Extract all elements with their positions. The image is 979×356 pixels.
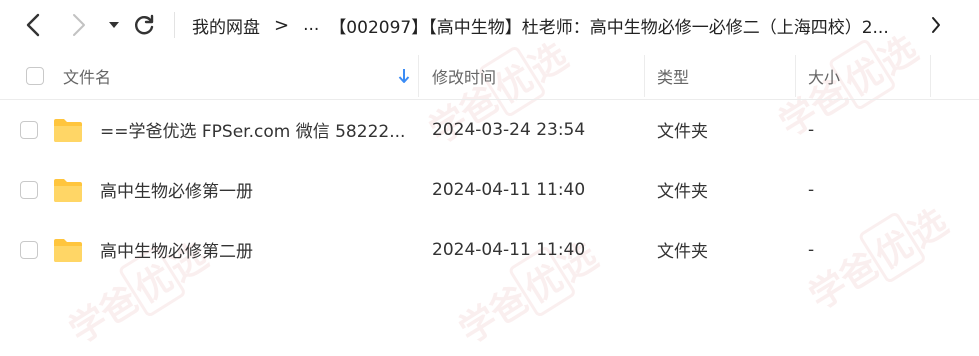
back-button[interactable] xyxy=(22,13,44,37)
chevron-left-icon xyxy=(26,13,40,37)
caret-down-icon xyxy=(109,22,119,28)
file-modified: 2024-04-11 11:40 xyxy=(432,179,586,200)
refresh-button[interactable] xyxy=(132,13,156,37)
file-size: - xyxy=(808,119,815,140)
sort-arrow-icon[interactable] xyxy=(398,68,410,84)
file-name[interactable]: 高中生物必修第一册 xyxy=(100,160,253,219)
column-header-label: 类型 xyxy=(657,68,690,87)
column-header-name[interactable]: 文件名 xyxy=(63,53,111,99)
column-header-size[interactable]: 大小 xyxy=(808,53,840,99)
toolbar: 我的网盘 > ... 【002097】【高中生物】杜老师：高中生物必修一必修二（… xyxy=(0,0,979,50)
file-size: - xyxy=(808,239,815,260)
file-type: 文件夹 xyxy=(657,242,708,262)
column-divider xyxy=(418,55,419,97)
history-dropdown-button[interactable] xyxy=(106,16,122,34)
column-header-label: 大小 xyxy=(808,68,841,87)
column-divider xyxy=(795,55,796,97)
file-name[interactable]: 高中生物必修第二册 xyxy=(100,220,253,279)
row-checkbox[interactable] xyxy=(20,181,38,199)
folder-icon xyxy=(54,119,82,142)
table-row[interactable]: 高中生物必修第二册 2024-04-11 11:40 文件夹 - xyxy=(0,220,979,279)
folder-icon xyxy=(54,179,82,202)
chevron-right-icon xyxy=(73,14,85,36)
breadcrumb-root[interactable]: 我的网盘 xyxy=(192,13,260,38)
toolbar-divider xyxy=(174,12,175,38)
breadcrumb: 我的网盘 > ... 【002097】【高中生物】杜老师：高中生物必修一必修二（… xyxy=(192,0,979,50)
table-header: 文件名 修改时间 类型 大小 xyxy=(0,53,979,100)
column-header-label: 文件名 xyxy=(63,68,112,87)
chevron-right-icon[interactable] xyxy=(931,16,941,34)
file-size: - xyxy=(808,179,815,200)
table-row[interactable]: 高中生物必修第一册 2024-04-11 11:40 文件夹 - xyxy=(0,160,979,219)
file-type: 文件夹 xyxy=(657,182,708,202)
forward-button[interactable] xyxy=(68,13,90,37)
select-all-checkbox[interactable] xyxy=(26,67,44,85)
file-modified: 2024-04-11 11:40 xyxy=(432,239,586,260)
row-checkbox[interactable] xyxy=(20,121,38,139)
file-modified: 2024-03-24 23:54 xyxy=(432,119,586,140)
file-type: 文件夹 xyxy=(657,122,708,142)
table-row[interactable]: ==学爸优选 FPSer.com 微信 58222... 2024-03-24 … xyxy=(0,100,979,159)
row-checkbox[interactable] xyxy=(20,241,38,259)
breadcrumb-separator: > xyxy=(274,14,290,36)
file-name[interactable]: ==学爸优选 FPSer.com 微信 58222... xyxy=(100,100,405,159)
column-header-type[interactable]: 类型 xyxy=(657,53,689,99)
column-header-label: 修改时间 xyxy=(432,68,497,87)
column-header-modified[interactable]: 修改时间 xyxy=(432,53,496,99)
breadcrumb-current[interactable]: 【002097】【高中生物】杜老师：高中生物必修一必修二（上海四校）2... xyxy=(329,13,888,38)
refresh-icon xyxy=(135,14,154,35)
column-divider xyxy=(644,55,645,97)
column-divider xyxy=(930,55,931,97)
folder-icon xyxy=(54,239,82,262)
breadcrumb-ellipsis[interactable]: ... xyxy=(303,15,319,35)
